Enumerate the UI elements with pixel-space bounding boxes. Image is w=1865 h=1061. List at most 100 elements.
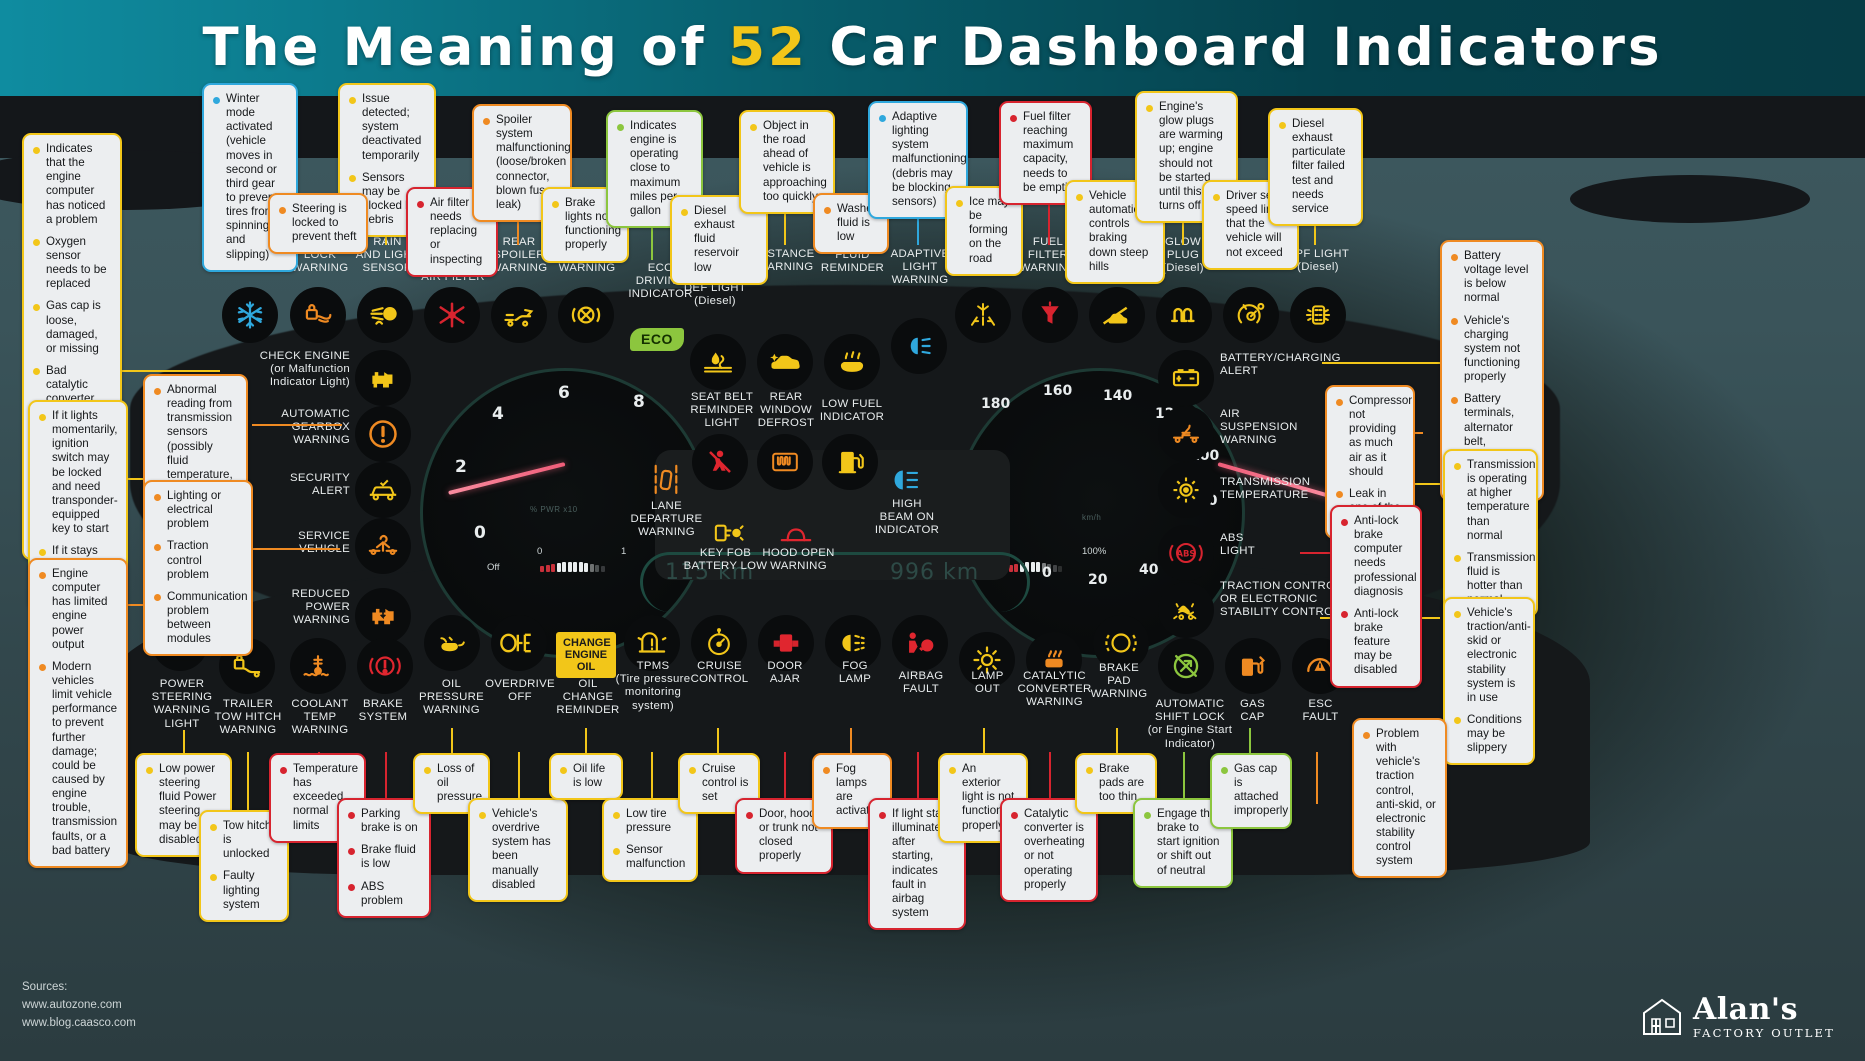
icon-frost-warning[interactable] bbox=[955, 287, 1011, 343]
callout-reduced-power: Engine computer has limited engine power… bbox=[28, 558, 128, 868]
fuel-level-bar bbox=[540, 562, 605, 572]
icon-def-light-diesel[interactable] bbox=[690, 334, 746, 390]
icon-reduced-power-warning[interactable] bbox=[355, 588, 411, 644]
callout-item: Anti-lock brake computer needs professio… bbox=[1341, 514, 1417, 599]
label-hood-open-warning: HOOD OPEN WARNING bbox=[762, 547, 835, 573]
brand-tagline: FACTORY OUTLET bbox=[1692, 1025, 1835, 1040]
callout-item: Transmission is operating at higher temp… bbox=[1454, 458, 1536, 543]
icon-dpf-light-diesel[interactable] bbox=[1290, 287, 1346, 343]
label-battery-charging-alert: BATTERY/CHARGING ALERT bbox=[1220, 352, 1341, 378]
label-automatic-gearbox-warning: AUTOMATIC GEARBOX WARNING bbox=[281, 408, 350, 447]
icon-service-vehicle[interactable] bbox=[355, 518, 411, 574]
leader-brake-pad bbox=[1116, 728, 1118, 753]
callout-item: ABS problem bbox=[348, 880, 420, 908]
callout-item: Oxygen sensor needs to be replaced bbox=[33, 235, 111, 292]
icon-glow-plug-diesel[interactable] bbox=[1156, 287, 1212, 343]
callout-traction-control: Vehicle's traction/anti-skid or electron… bbox=[1443, 597, 1535, 766]
leader-overdrive bbox=[518, 752, 520, 804]
leader-esc-fault bbox=[1316, 752, 1318, 804]
label-reduced-power-warning: REDUCED POWER WARNING bbox=[291, 588, 350, 627]
callout-item: Faulty lighting system bbox=[210, 869, 278, 911]
callout-overdrive: Vehicle's overdrive system has been manu… bbox=[468, 798, 568, 902]
callout-item: Gas cap is attached improperly bbox=[1221, 762, 1288, 819]
icon-abs-light[interactable]: ABS bbox=[1158, 525, 1214, 581]
callout-esc-fault: Problem with vehicle's traction control,… bbox=[1352, 718, 1447, 879]
svg-text:ABS: ABS bbox=[1177, 549, 1196, 559]
label-high-beam-on-indicator: HIGH BEAM ON INDICATOR bbox=[874, 498, 940, 537]
icon-speed-limiter[interactable] bbox=[1223, 287, 1279, 343]
house-icon bbox=[1642, 998, 1681, 1035]
temp-off-label: Off bbox=[487, 562, 500, 573]
leader-brake-system bbox=[385, 752, 387, 804]
callout-item: Compressor not providing as much air as … bbox=[1336, 394, 1412, 479]
callout-item: Sensor malfunction bbox=[613, 843, 687, 871]
callout-item: Catalytic converter is overheating or no… bbox=[1011, 807, 1087, 892]
brand-text: Alan's FACTORY OUTLET bbox=[1692, 994, 1835, 1040]
icon-steering-lock-warning[interactable] bbox=[290, 287, 346, 343]
icon-dirty-air-filter[interactable] bbox=[424, 287, 480, 343]
icon-brake-light-warning[interactable] bbox=[558, 287, 614, 343]
icon-traction-control-esc[interactable] bbox=[1158, 582, 1214, 638]
icon-rear-window-defrost[interactable] bbox=[757, 434, 813, 490]
callout-steering-lock: Steering is locked to prevent theft bbox=[268, 193, 368, 255]
tach-tick-2: 2 bbox=[455, 457, 467, 477]
icon-seat-belt-reminder-light[interactable] bbox=[692, 434, 748, 490]
leader-lamp-out bbox=[983, 728, 985, 753]
leader-power-steering bbox=[183, 730, 185, 754]
icon-fuel-filter-warning[interactable] bbox=[1022, 287, 1078, 343]
title-number: 52 bbox=[728, 17, 808, 78]
source-link-2[interactable]: www.blog.caasco.com bbox=[22, 1015, 136, 1033]
callout-item: Anti-lock brake feature may be disabled bbox=[1341, 607, 1411, 678]
callout-gas-cap: Gas cap is attached improperly bbox=[1210, 753, 1292, 829]
icon-low-fuel-indicator[interactable] bbox=[822, 434, 878, 490]
icon-air-suspension-warning[interactable] bbox=[1158, 406, 1214, 462]
icon-airbag-fault[interactable] bbox=[892, 615, 948, 671]
icon-transmission-temperature[interactable] bbox=[1158, 462, 1214, 518]
icon-gas-cap[interactable] bbox=[1225, 638, 1281, 694]
callout-item: Object in the road ahead of vehicle is a… bbox=[750, 119, 827, 204]
leader-check-engine bbox=[118, 370, 220, 372]
icon-coolant-temp-warning[interactable] bbox=[290, 638, 346, 694]
callout-item: Diesel exhaust fluid reservoir low bbox=[681, 204, 757, 275]
source-link-1[interactable]: www.autozone.com bbox=[22, 997, 136, 1015]
icon-rear-spoiler-warning[interactable] bbox=[491, 287, 547, 343]
callout-item: Parking brake is on bbox=[348, 807, 420, 835]
callout-item: Oil life is low bbox=[560, 762, 612, 790]
icon-battery-charging-alert[interactable] bbox=[1158, 350, 1214, 406]
label-esc-fault: ESC FAULT bbox=[1302, 698, 1339, 724]
odometer-right: 996 km bbox=[890, 560, 980, 585]
icon-rain-and-light-sensor[interactable] bbox=[357, 287, 413, 343]
callout-item: Vehicle's overdrive system has been manu… bbox=[479, 807, 557, 892]
icon-adaptive-light-warning[interactable] bbox=[891, 318, 947, 374]
leader-door-ajar bbox=[784, 752, 786, 804]
callout-abs-light: Anti-lock brake computer needs professio… bbox=[1330, 505, 1422, 688]
leader-trailer-tow bbox=[247, 752, 249, 810]
icon-distance-warning[interactable] bbox=[757, 334, 813, 390]
speed-unit-label: km/h bbox=[1082, 513, 1102, 522]
icon-overdrive-off[interactable] bbox=[491, 615, 547, 671]
leader-airbag bbox=[917, 752, 919, 804]
icon-hill-descent-control[interactable] bbox=[1089, 287, 1145, 343]
leader-catalytic bbox=[1049, 752, 1051, 804]
speed-tick-160: 160 bbox=[1043, 383, 1073, 399]
sources-block: Sources: www.autozone.com www.blog.caasc… bbox=[22, 979, 136, 1033]
label-abs-light: ABS LIGHT bbox=[1220, 532, 1256, 558]
icon-washer-fluid-reminder[interactable] bbox=[824, 334, 880, 390]
icon-security-alert[interactable] bbox=[355, 462, 411, 518]
label-security-alert: SECURITY ALERT bbox=[290, 472, 350, 498]
badge-eco-driving-indicator[interactable]: ECO bbox=[630, 328, 684, 351]
icon-automatic-gearbox-warning[interactable] bbox=[355, 406, 411, 462]
icon-oil-pressure-warning[interactable] bbox=[424, 615, 480, 671]
label-air-suspension-warning: AIR SUSPENSION WARNING bbox=[1220, 408, 1298, 447]
leader-gas-cap bbox=[1249, 728, 1251, 753]
leader-oil-pressure bbox=[451, 728, 453, 753]
leader-fog-lamp bbox=[850, 728, 852, 753]
callout-item: Engine computer has limited engine power… bbox=[39, 567, 117, 652]
icon-winter-mode[interactable] bbox=[222, 287, 278, 343]
title-part-1: The Meaning of bbox=[202, 17, 707, 78]
brand-logo[interactable]: Alan's FACTORY OUTLET bbox=[1640, 994, 1835, 1040]
callout-item: Lighting or electrical problem bbox=[154, 489, 242, 531]
icon-check-engine[interactable] bbox=[355, 350, 411, 406]
callout-item: Ice may be forming on the road bbox=[956, 195, 1012, 266]
icon-automatic-shift-lock[interactable] bbox=[1158, 638, 1214, 694]
